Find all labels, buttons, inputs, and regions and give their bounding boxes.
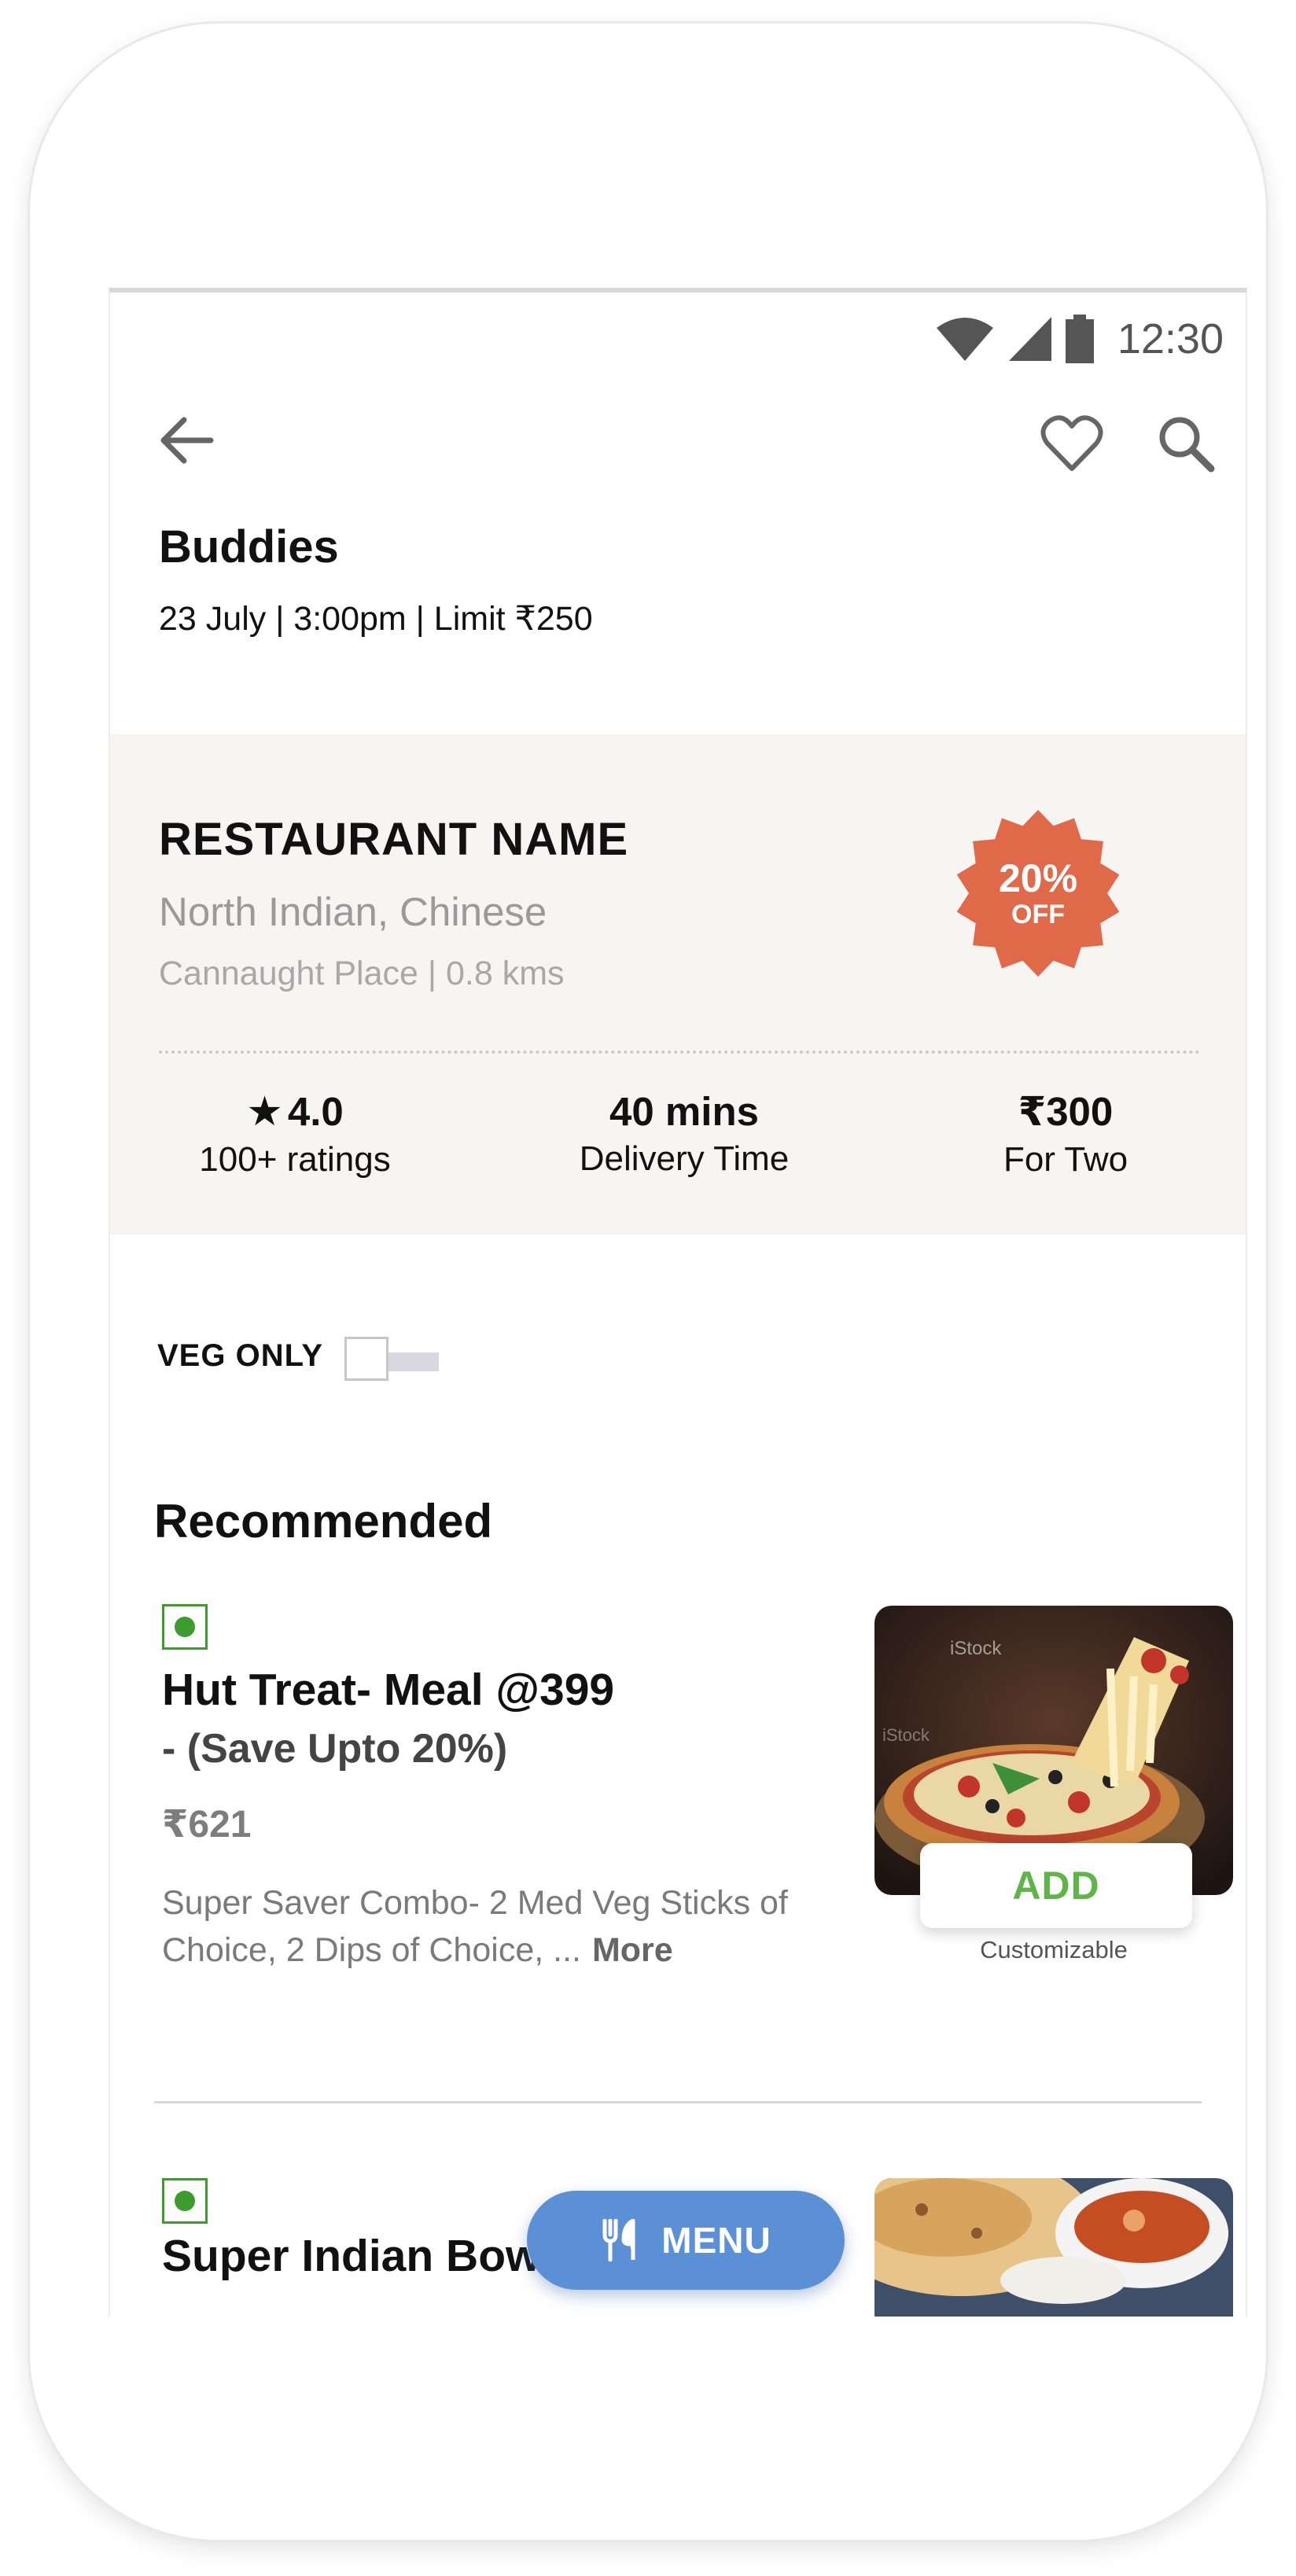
cutlery-icon (602, 2219, 635, 2261)
delivery-stat: 40 mins Delivery Time (535, 1088, 834, 1179)
item-description: Super Saver Combo- 2 Med Veg Sticks of C… (162, 1884, 788, 1969)
section-title: Recommended (154, 1495, 493, 1547)
restaurant-card: RESTAURANT NAME North Indian, Chinese Ca… (110, 734, 1246, 1235)
battery-icon (1065, 315, 1094, 363)
dotted-divider (159, 1051, 1200, 1054)
restaurant-name: RESTAURANT NAME (159, 814, 629, 865)
app-screen: 12:30 Buddies 23 July | 3:00pm | Limit ₹… (109, 288, 1247, 2317)
status-bar: 12:30 (935, 311, 1224, 366)
item-subtitle: - (Save Upto 20%) (162, 1726, 508, 1772)
delivery-time-label: Delivery Time (579, 1139, 790, 1178)
restaurant-location: Cannaught Place | 0.8 kms (159, 955, 565, 992)
group-title: Buddies (159, 521, 339, 572)
item-title: Hut Treat- Meal @399 (162, 1665, 615, 1715)
cost-stat: ₹300 For Two (952, 1088, 1180, 1179)
customizable-label: Customizable (980, 1936, 1128, 1963)
search-icon[interactable] (1154, 412, 1217, 475)
wifi-icon (936, 318, 993, 361)
svg-text:iStock: iStock (882, 1725, 930, 1745)
rating-value: 4.0 (287, 1089, 344, 1134)
indian-bowl-image (874, 2178, 1233, 2317)
rating-count: 100+ ratings (199, 1140, 391, 1179)
veg-only-toggle[interactable] (344, 1337, 440, 1381)
menu-fab-button[interactable]: MENU (527, 2191, 845, 2290)
cellular-signal-icon (1008, 317, 1051, 361)
group-meta: 23 July | 3:00pm | Limit ₹250 (159, 600, 593, 638)
item-title: Super Indian Bowl (162, 2231, 554, 2281)
heart-icon[interactable] (1040, 412, 1104, 475)
toggle-thumb (344, 1337, 388, 1381)
rating-stat: ★ 4.0 100+ ratings (181, 1088, 409, 1179)
restaurant-cuisine: North Indian, Chinese (159, 889, 547, 934)
add-button[interactable]: ADD (920, 1843, 1192, 1928)
star-icon: ★ (246, 1089, 283, 1135)
cost-value: ₹300 (1018, 1089, 1114, 1134)
item-description-block: Super Saver Combo- 2 Med Veg Sticks of C… (162, 1879, 838, 1974)
veg-indicator-icon (162, 2178, 208, 2224)
status-time: 12:30 (1117, 315, 1224, 362)
cost-label: For Two (1003, 1140, 1128, 1179)
discount-label: OFF (1011, 900, 1065, 929)
more-link[interactable]: More (592, 1931, 673, 1969)
discount-percent: 20% (998, 856, 1078, 900)
back-arrow-icon[interactable] (156, 409, 219, 472)
phone-frame: 12:30 Buddies 23 July | 3:00pm | Limit ₹… (30, 24, 1266, 2540)
delivery-time-value: 40 mins (609, 1089, 759, 1134)
item-divider (154, 2101, 1202, 2103)
veg-only-label: VEG ONLY (157, 1338, 324, 1373)
veg-indicator-icon (162, 1604, 208, 1650)
menu-fab-label: MENU (661, 2220, 771, 2261)
item-price: ₹621 (162, 1804, 252, 1846)
svg-text:iStock: iStock (950, 1638, 1002, 1659)
discount-badge: 20% OFF (952, 807, 1125, 980)
